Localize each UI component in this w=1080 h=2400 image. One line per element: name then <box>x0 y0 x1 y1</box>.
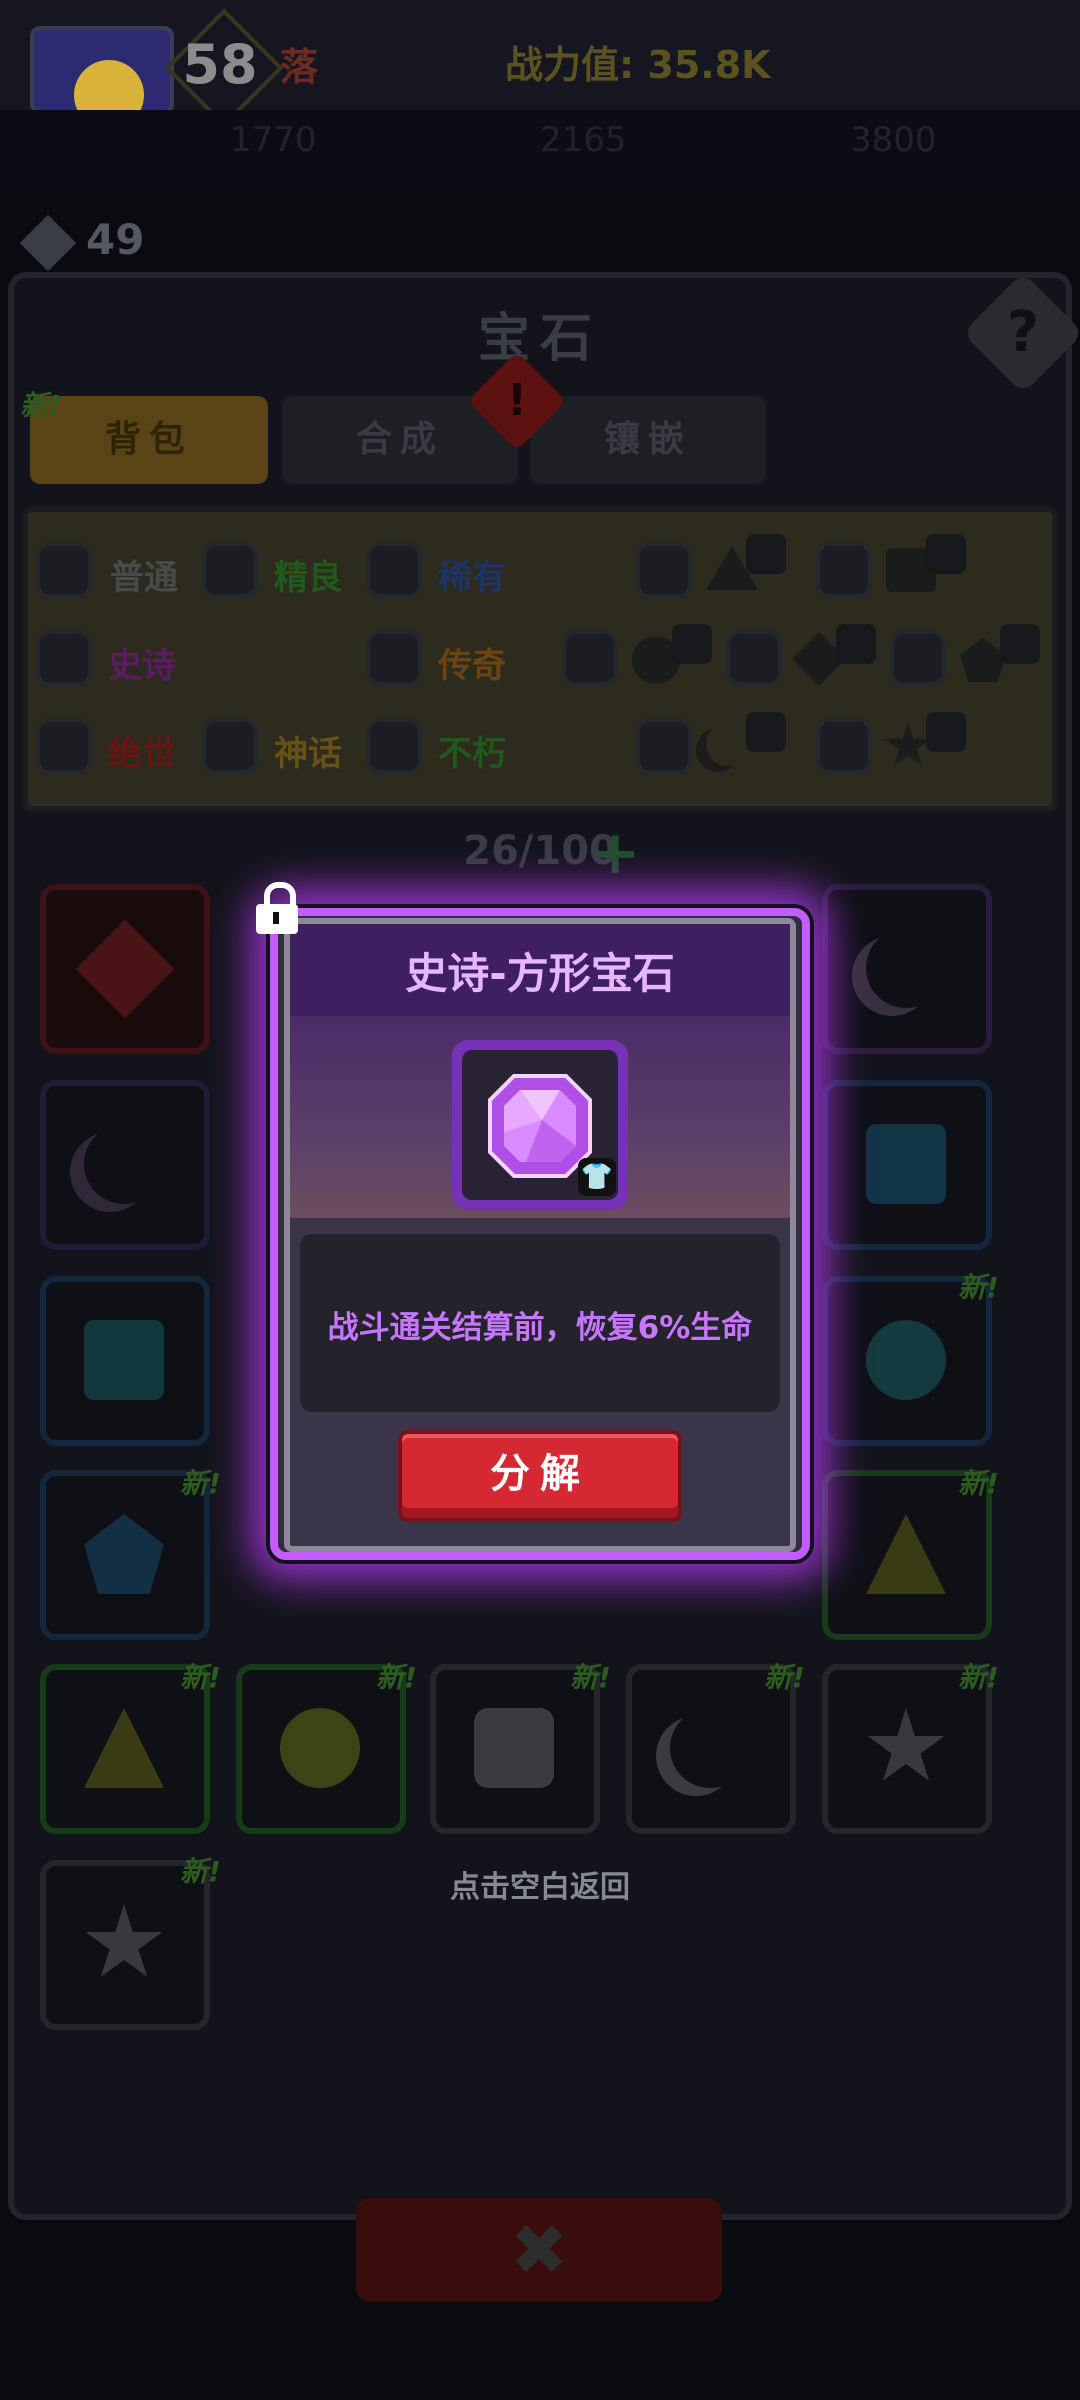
stat-attack: 1770 <box>230 120 317 160</box>
tap-to-return-hint[interactable]: 点击空白返回 <box>0 1862 1080 1906</box>
inventory-slot[interactable] <box>40 1080 210 1250</box>
player-name: 落 <box>280 45 319 89</box>
help-button[interactable]: ? <box>962 272 1080 394</box>
filter-checkbox-fine[interactable] <box>202 542 258 598</box>
inventory-slot[interactable] <box>40 1276 210 1446</box>
power-value: 战力值: 35.8K <box>505 43 771 87</box>
inventory-slot[interactable] <box>822 884 992 1054</box>
new-badge: 新! <box>20 389 61 422</box>
filter-checkbox-necklace[interactable] <box>816 718 872 774</box>
filter-checkbox-common[interactable] <box>36 542 92 598</box>
moon-gem-icon <box>706 722 750 766</box>
helmet-icon <box>836 624 876 664</box>
round-gem-icon <box>280 1708 360 1788</box>
new-badge: 新! <box>376 1661 417 1694</box>
filter-checkbox-armor[interactable] <box>816 542 872 598</box>
filter-checkbox-sword[interactable] <box>636 542 692 598</box>
expand-inventory-button[interactable]: + <box>590 823 640 883</box>
necklace-icon <box>926 712 966 752</box>
decompose-label: 分解 <box>490 1451 590 1497</box>
star-gem-icon <box>85 1904 163 1977</box>
filter-label-epic: 史诗 <box>108 646 176 686</box>
filter-label-legendary: 传奇 <box>438 646 506 686</box>
decompose-button[interactable]: 分解 <box>398 1430 682 1522</box>
sword-icon <box>746 534 786 574</box>
tab-inlay[interactable]: 镶嵌 <box>530 396 766 484</box>
player-level: 58 <box>182 33 258 96</box>
filter-label-peerless: 绝世 <box>108 734 176 774</box>
shield-icon <box>672 624 712 664</box>
new-badge: 新! <box>570 1661 611 1694</box>
alert-badge: ! <box>467 351 567 451</box>
panel-title: 宝石 <box>477 309 602 369</box>
triangle-gem-icon <box>84 1708 164 1788</box>
filter-checkbox-shield[interactable] <box>562 630 618 686</box>
square-gem-icon <box>866 1124 946 1204</box>
close-button[interactable]: ✖ <box>356 2198 722 2302</box>
square-gem-icon <box>474 1708 554 1788</box>
modal-title: 史诗-方形宝石 <box>405 949 675 998</box>
filter-label-mythic: 神话 <box>274 734 342 774</box>
inventory-count: 26/100 <box>463 828 617 874</box>
moon-gem-icon <box>866 928 946 1008</box>
shirt-icon <box>926 534 966 574</box>
moon-gem-icon <box>84 1124 164 1204</box>
filter-checkbox-boots[interactable] <box>890 630 946 686</box>
ring-icon <box>746 712 786 752</box>
gem-currency: 49 <box>19 210 145 271</box>
question-icon: ? <box>1006 300 1040 365</box>
inventory-slot[interactable] <box>822 1080 992 1250</box>
new-badge: 新! <box>958 1467 999 1500</box>
exclamation-icon: ! <box>506 375 528 426</box>
star-gem-icon <box>867 1708 945 1781</box>
filter-label-fine: 精良 <box>274 558 342 598</box>
stat-hp: 2165 <box>540 120 627 160</box>
filter-checkbox-rare[interactable] <box>366 542 422 598</box>
triangle-gem-icon <box>866 1514 946 1594</box>
filter-label-immortal: 不朽 <box>438 734 506 774</box>
filter-checkbox-ring[interactable] <box>636 718 692 774</box>
boots-icon <box>1000 624 1040 664</box>
filter-checkbox-immortal[interactable] <box>366 718 422 774</box>
filter-checkbox-epic[interactable] <box>36 630 92 686</box>
filter-checkbox-legendary[interactable] <box>366 630 422 686</box>
gem-currency-count: 49 <box>86 215 145 264</box>
new-badge: 新! <box>764 1661 805 1694</box>
close-icon: ✖ <box>509 2209 569 2291</box>
shirt-icon: 👕 <box>578 1158 616 1196</box>
diamond-gem-icon <box>75 919 175 1019</box>
stat-defense: 3800 <box>850 120 937 160</box>
square-gem-icon <box>84 1320 164 1400</box>
filter-label-common: 普通 <box>110 558 178 598</box>
round-gem-icon <box>866 1320 946 1400</box>
filter-checkbox-helmet[interactable] <box>726 630 782 686</box>
filter-checkbox-mythic[interactable] <box>202 718 258 774</box>
lock-icon[interactable] <box>254 882 300 934</box>
new-badge: 新! <box>180 1467 221 1500</box>
pentagon-gem-icon <box>84 1514 164 1594</box>
filter-label-rare: 稀有 <box>438 558 506 598</box>
tab-backpack[interactable]: 背包 <box>30 396 268 484</box>
new-badge: 新! <box>958 1271 999 1304</box>
player-avatar[interactable] <box>30 26 174 114</box>
gem-currency-icon <box>19 214 77 271</box>
new-badge: 新! <box>180 1661 221 1694</box>
moon-gem-icon <box>670 1708 750 1788</box>
filter-checkbox-peerless[interactable] <box>36 718 92 774</box>
new-badge: 新! <box>958 1661 999 1694</box>
inventory-slot[interactable] <box>40 884 210 1054</box>
gem-effect-description: 战斗通关结算前，恢复6%生命 <box>327 1310 753 1346</box>
